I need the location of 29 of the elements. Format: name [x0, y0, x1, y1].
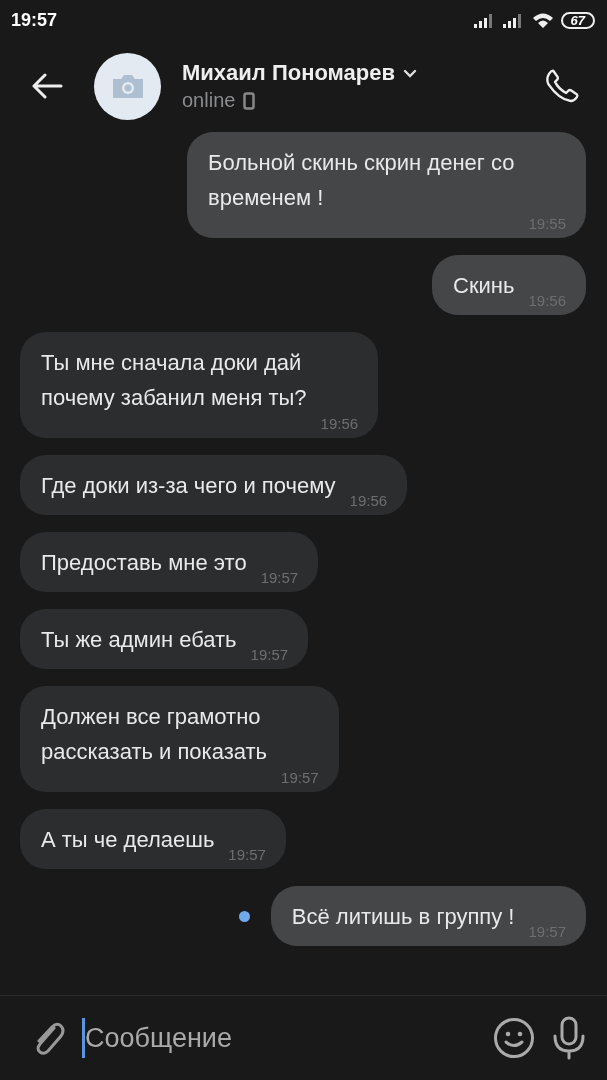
message-text: Должен все грамотно рассказать и показать — [41, 703, 269, 766]
camera-icon — [110, 73, 145, 99]
message-text: Больной скинь скрин денег со временем ! — [208, 149, 516, 212]
message-text: Ты мне сначала доки дай почему забанил меня ты? — [41, 349, 308, 412]
message-input[interactable]: Сообщение — [85, 1022, 477, 1054]
online-status: online — [182, 89, 236, 112]
status-time: 19:57 — [11, 9, 58, 31]
text-cursor — [82, 1018, 85, 1058]
call-icon[interactable] — [543, 67, 581, 105]
message-text: Ты же админ ебать — [41, 626, 237, 654]
message-text: Где доки из-за чего и почему — [41, 472, 336, 500]
message-text: Предоставь мне это — [41, 549, 247, 577]
phone-device-icon — [243, 91, 256, 110]
message-time: 19:56 — [349, 492, 388, 509]
message-time: 19:56 — [320, 415, 359, 432]
message-text: А ты че делаешь — [41, 826, 215, 854]
microphone-icon[interactable] — [551, 1016, 587, 1060]
wifi-icon — [531, 11, 554, 29]
message-time: 19:57 — [281, 769, 319, 786]
emoji-icon[interactable] — [493, 1017, 535, 1059]
battery-indicator: 67 — [560, 11, 595, 29]
message-text: Всё литишь в группу ! — [291, 903, 515, 931]
back-arrow-icon[interactable] — [31, 73, 63, 99]
message-time: 19:57 — [250, 646, 289, 663]
message-text: Скинь — [453, 272, 515, 300]
message-time: 19:57 — [260, 569, 299, 586]
message-time: 19:57 — [228, 846, 266, 863]
contact-name[interactable]: Михаил Пономарев — [182, 60, 396, 86]
chevron-down-icon[interactable] — [403, 68, 418, 78]
